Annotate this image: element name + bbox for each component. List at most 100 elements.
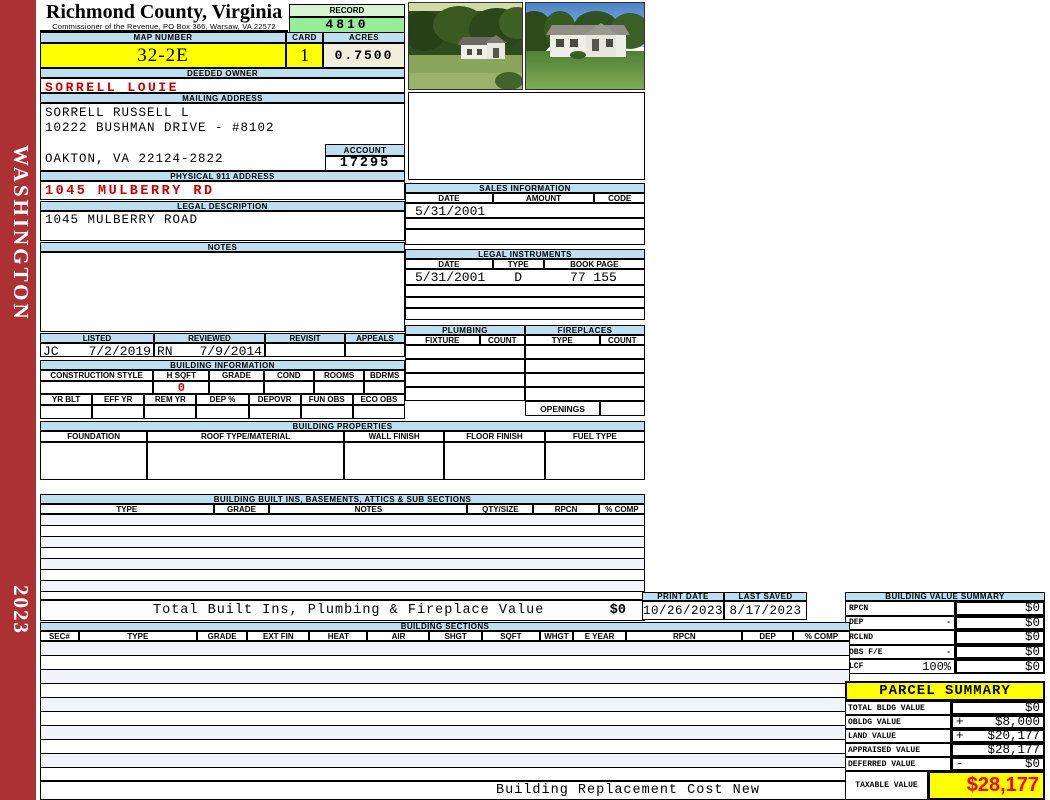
sales-row-2: [405, 218, 645, 229]
eff-yr-label: EFF YR: [92, 394, 144, 405]
reviewed-by: RN: [157, 344, 173, 356]
built-ins-notes-label: NOTES: [269, 504, 467, 514]
building-properties-values: [40, 442, 645, 480]
li-bookpage-value: 77 155: [543, 270, 644, 285]
bvs-dep-op: -: [946, 618, 951, 627]
building-properties-title: BUILDING PROPERTIES: [40, 421, 645, 431]
property-photo-right: [525, 2, 645, 90]
bs-rpcn-label: RPCN: [626, 631, 742, 641]
county-subtitle: Commissioner of the Revenue, PO Box 366,…: [40, 22, 288, 31]
bs-extfin-label: EXT FIN: [247, 631, 309, 641]
card-label: CARD: [286, 32, 323, 43]
ps-obldg-op: +: [956, 715, 964, 729]
sales-row-1: 5/31/2001: [405, 203, 645, 218]
built-ins-qty-label: QTY/SIZE: [467, 504, 533, 514]
bs-shgt-label: SHGT: [429, 631, 481, 641]
building-properties-headers: FOUNDATION ROOF TYPE/MATERIAL WALL FINIS…: [40, 431, 645, 442]
ps-row-land: LAND VALUE +$20,177: [845, 729, 1045, 743]
bvs-lcf-pct: 100%: [922, 660, 951, 674]
legal-description-box: 1045 MULBERRY ROAD: [40, 211, 405, 241]
parcel-summary-table: TOTAL BLDG VALUE $0 OBLDG VALUE +$8,000 …: [845, 701, 1045, 771]
appeals-value: [345, 343, 405, 357]
li-type-label: TYPE: [493, 259, 544, 269]
yr-blt-label: YR BLT: [40, 394, 92, 405]
tax-year-label: 2023: [3, 575, 33, 645]
legal-instruments-row-2: [405, 285, 645, 297]
physical-address-value: 1045 MULBERRY RD: [40, 181, 405, 200]
li-bookpage-label: BOOK PAGE: [544, 259, 645, 269]
bs-sqft-label: SQFT: [482, 631, 540, 641]
account-value: 17295: [325, 156, 405, 171]
bs-dep-label: DEP: [742, 631, 792, 641]
plumbing-fireplaces-headers: FIXTURE COUNT TYPE COUNT: [405, 335, 645, 345]
bvs-row-rclnd: RCLND $0: [845, 630, 1045, 645]
hsqft-label: H SQFT: [153, 370, 209, 381]
bvs-row-lcf: LCF100% $0: [845, 659, 1045, 674]
building-sections-footer: Building Replacement Cost New: [40, 781, 850, 800]
sales-row-3: [405, 229, 645, 245]
building-value-summary-table: RPCN $0 DEP- $0 RCLND $0 OBS F/E- $0 LCF…: [845, 601, 1045, 674]
ps-deferred-op: -: [956, 757, 964, 771]
parcel-summary-title: PARCEL SUMMARY: [845, 681, 1045, 701]
plumbing-count-label: COUNT: [480, 335, 526, 345]
building-info-values-2: [40, 405, 405, 419]
bs-sec-label: SEC#: [40, 631, 79, 641]
record-label: RECORD: [289, 4, 405, 17]
revisit-value: [265, 343, 345, 357]
building-information-title: BUILDING INFORMATION: [40, 360, 405, 370]
built-ins-total-row: Total Built Ins, Plumbing & Fireplace Va…: [40, 600, 645, 621]
built-ins-title: BUILDING BUILT INS, BASEMENTS, ATTICS & …: [40, 494, 645, 504]
bs-type-label: TYPE: [79, 631, 197, 641]
photo-placeholder-box: [408, 92, 645, 180]
hsqft-value: 0: [153, 381, 209, 394]
rem-yr-label: REM YR: [144, 394, 196, 405]
notes-box: [40, 252, 405, 332]
ps-row-appraised: APPRAISED VALUE $28,177: [845, 743, 1045, 757]
card-value: 1: [286, 43, 323, 68]
sidebar-spine: WASHINGTON 2023: [0, 0, 36, 800]
li-type-value: D: [493, 270, 543, 285]
foundation-label: FOUNDATION: [40, 431, 147, 442]
ps-appraised-label: APPRAISED VALUE: [845, 743, 951, 757]
ps-total-bldg-label: TOTAL BLDG VALUE: [845, 701, 951, 715]
ps-row-deferred: DEFERRED VALUE -$0: [845, 757, 1045, 771]
building-sections-headers: SEC# TYPE GRADE EXT FIN HEAT AIR SHGT SQ…: [40, 631, 850, 641]
built-ins-rpcn-label: RPCN: [533, 504, 599, 514]
fireplace-count-label: COUNT: [600, 335, 646, 345]
roof-type-label: ROOF TYPE/MATERIAL: [147, 431, 344, 442]
wall-finish-value: [344, 442, 444, 480]
print-date-value: 10/26/2023: [642, 601, 724, 620]
bs-whgt-label: WHGT: [540, 631, 573, 641]
property-photo-left: [408, 2, 523, 90]
acres-value: 0.7500: [323, 43, 405, 68]
li-date-value: 5/31/2001: [406, 270, 493, 285]
plumbing-row-4: [405, 387, 645, 401]
bvs-row-dep: DEP- $0: [845, 616, 1045, 631]
roof-type-value: [147, 442, 344, 480]
wall-finish-label: WALL FINISH: [344, 431, 444, 442]
bs-eyear-label: E YEAR: [573, 631, 626, 641]
built-ins-grade-label: GRADE: [214, 504, 270, 514]
plumbing-row-2: [405, 359, 645, 373]
built-ins-total-value: $0: [610, 603, 626, 618]
depovr-label: DEPOVR: [249, 394, 301, 405]
building-sections-empty-rows: [40, 641, 850, 781]
sales-date-label: DATE: [405, 193, 493, 203]
built-ins-headers: TYPE GRADE NOTES QTY/SIZE RPCN % COMP: [40, 504, 645, 514]
reviewed-date: 7/9/2014: [200, 344, 262, 356]
bvs-obs-op: -: [946, 648, 951, 657]
sales-headers: DATE AMOUNT CODE: [405, 193, 645, 203]
openings-value: [600, 401, 645, 416]
district-label: WASHINGTON: [3, 126, 33, 341]
ps-land-label: LAND VALUE: [845, 729, 951, 743]
eco-obs-label: ECO OBS: [353, 394, 405, 405]
built-ins-comp-label: % COMP: [599, 504, 645, 514]
grade-label: GRADE: [209, 370, 263, 381]
county-title-block: Richmond County, Virginia Commissioner o…: [40, 2, 288, 32]
listed-value: JC 7/2/2019: [40, 343, 154, 357]
bs-grade-label: GRADE: [197, 631, 247, 641]
floor-finish-label: FLOOR FINISH: [444, 431, 544, 442]
bvs-rclnd-value: $0: [1025, 630, 1040, 644]
revisit-label: REVISIT: [265, 333, 345, 343]
foundation-value: [40, 442, 147, 480]
